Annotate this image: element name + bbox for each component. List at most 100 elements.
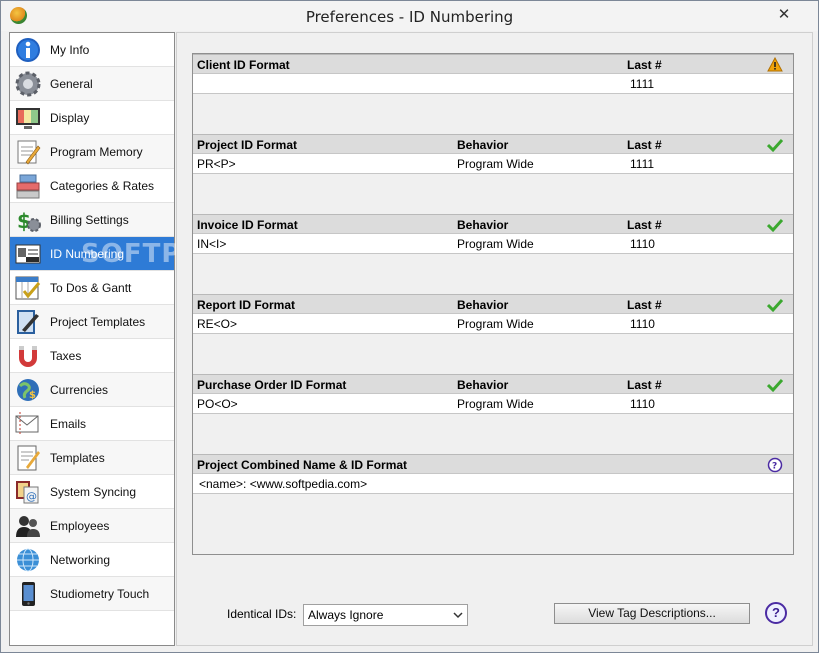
sidebar-item-networking[interactable]: Networking xyxy=(10,543,174,577)
section-title: Invoice ID Format xyxy=(197,218,298,232)
section-row[interactable]: IN<I> Program Wide 1110 xyxy=(193,234,793,254)
close-button[interactable]: ✕ xyxy=(755,1,813,31)
sidebar-item-todos-gantt[interactable]: To Dos & Gantt xyxy=(10,271,174,305)
sidebar-item-currencies[interactable]: $ Currencies xyxy=(10,373,174,407)
section-title: Purchase Order ID Format xyxy=(197,378,347,392)
id-card-icon xyxy=(15,244,41,264)
help-icon[interactable]: ? xyxy=(767,457,783,473)
sidebar-item-studiometry-touch[interactable]: Studiometry Touch xyxy=(10,577,174,611)
last-number-header: Last # xyxy=(627,218,662,232)
sidebar-item-label: Studiometry Touch xyxy=(50,587,150,601)
monitor-icon xyxy=(16,108,40,129)
sidebar-item-program-memory[interactable]: Program Memory xyxy=(10,135,174,169)
behavior-value[interactable]: Program Wide xyxy=(457,237,534,251)
section-row[interactable]: PR<P> Program Wide 1111 xyxy=(193,154,793,174)
sidebar-item-label: Templates xyxy=(50,451,105,465)
invoice-id-section: Invoice ID Format Behavior Last # IN<I> … xyxy=(193,214,793,294)
project-id-section: Project ID Format Behavior Last # PR<P> … xyxy=(193,134,793,214)
sidebar-item-label: Employees xyxy=(50,519,110,533)
network-globe-icon xyxy=(17,548,39,572)
checkmark-icon xyxy=(767,298,783,313)
sidebar-item-label: Currencies xyxy=(50,383,109,397)
sidebar-item-label: Networking xyxy=(50,553,111,567)
chevron-down-icon xyxy=(453,612,463,619)
svg-text:?: ? xyxy=(772,462,777,472)
purchase-order-id-section: Purchase Order ID Format Behavior Last #… xyxy=(193,374,793,454)
section-header: Purchase Order ID Format Behavior Last # xyxy=(193,374,793,394)
last-number-header: Last # xyxy=(627,58,662,72)
sidebar-item-id-numbering[interactable]: ID Numbering xyxy=(10,237,174,271)
last-number-value[interactable]: 1110 xyxy=(630,397,655,411)
sidebar-item-label: ID Numbering xyxy=(50,247,125,261)
checkmark-icon xyxy=(767,218,783,233)
sidebar-item-label: Billing Settings xyxy=(50,213,129,227)
identical-ids-value: Always Ignore xyxy=(308,608,384,622)
section-title: Report ID Format xyxy=(197,298,296,312)
section-title: Client ID Format xyxy=(197,58,290,72)
format-value[interactable]: <name>: <www.softpedia.com> xyxy=(199,477,367,491)
window-title: Preferences - ID Numbering xyxy=(305,8,514,26)
section-spacer xyxy=(193,254,793,294)
sidebar-item-categories-rates[interactable]: Categories & Rates xyxy=(10,169,174,203)
sidebar-item-billing-settings[interactable]: $ Billing Settings xyxy=(10,203,174,237)
section-header: Invoice ID Format Behavior Last # xyxy=(193,214,793,234)
section-header: Report ID Format Behavior Last # xyxy=(193,294,793,314)
checkmark-icon xyxy=(767,138,783,153)
checkmark-icon xyxy=(767,378,783,393)
title-bar[interactable]: Preferences - ID Numbering ✕ xyxy=(1,1,818,31)
behavior-value[interactable]: Program Wide xyxy=(457,397,534,411)
gear-icon xyxy=(15,71,41,97)
last-number-value[interactable]: 1111 xyxy=(630,157,654,171)
section-header: Project Combined Name & ID Format ? xyxy=(193,454,793,474)
format-value[interactable]: IN<I> xyxy=(197,237,226,251)
section-title: Project ID Format xyxy=(197,138,298,152)
sidebar-item-project-templates[interactable]: Project Templates xyxy=(10,305,174,339)
client-id-section: Client ID Format Last # 1111 xyxy=(193,54,793,134)
sidebar-item-display[interactable]: Display xyxy=(10,101,174,135)
sidebar-item-label: System Syncing xyxy=(50,485,137,499)
behavior-header: Behavior xyxy=(457,218,509,232)
preferences-sidebar: My Info General Display Program Memory C… xyxy=(9,32,175,646)
section-title: Project Combined Name & ID Format xyxy=(197,458,408,472)
last-number-header: Last # xyxy=(627,378,662,392)
id-format-panel: Client ID Format Last # 1111 Project ID … xyxy=(192,53,794,555)
behavior-header: Behavior xyxy=(457,298,509,312)
templates-icon xyxy=(17,445,40,471)
section-spacer xyxy=(193,494,793,554)
section-header: Client ID Format Last # xyxy=(193,54,793,74)
identical-ids-select[interactable]: Always Ignore xyxy=(303,604,468,626)
categories-icon xyxy=(16,174,40,199)
sidebar-item-employees[interactable]: Employees xyxy=(10,509,174,543)
help-button[interactable]: ? xyxy=(765,602,787,624)
sidebar-item-emails[interactable]: Emails xyxy=(10,407,174,441)
behavior-value[interactable]: Program Wide xyxy=(457,157,534,171)
sidebar-item-label: Categories & Rates xyxy=(50,179,155,193)
warning-icon[interactable] xyxy=(767,57,783,73)
view-tag-descriptions-button[interactable]: View Tag Descriptions... xyxy=(554,603,750,624)
svg-text:$: $ xyxy=(29,390,36,401)
identical-ids-label: Identical IDs: xyxy=(227,607,297,621)
format-value[interactable]: RE<O> xyxy=(197,317,237,331)
sidebar-item-taxes[interactable]: Taxes xyxy=(10,339,174,373)
sidebar-item-my-info[interactable]: My Info xyxy=(10,33,174,67)
info-icon xyxy=(16,38,40,62)
section-row[interactable]: RE<O> Program Wide 1110 xyxy=(193,314,793,334)
last-number-value[interactable]: 1111 xyxy=(630,77,654,91)
section-header: Project ID Format Behavior Last # xyxy=(193,134,793,154)
section-spacer xyxy=(193,414,793,454)
format-value[interactable]: PO<O> xyxy=(197,397,238,411)
svg-text:@: @ xyxy=(26,490,37,503)
sidebar-item-general[interactable]: General xyxy=(10,67,174,101)
section-row[interactable]: <name>: <www.softpedia.com> xyxy=(193,474,793,494)
sidebar-item-label: My Info xyxy=(50,43,90,57)
currency-globe-icon: $ xyxy=(17,379,39,401)
behavior-value[interactable]: Program Wide xyxy=(457,317,534,331)
last-number-value[interactable]: 1110 xyxy=(630,237,655,251)
section-row[interactable]: 1111 xyxy=(193,74,793,94)
sidebar-item-system-syncing[interactable]: @ System Syncing xyxy=(10,475,174,509)
section-spacer xyxy=(193,94,793,134)
last-number-value[interactable]: 1110 xyxy=(630,317,655,331)
format-value[interactable]: PR<P> xyxy=(197,157,236,171)
sidebar-item-templates[interactable]: Templates xyxy=(10,441,174,475)
section-row[interactable]: PO<O> Program Wide 1110 xyxy=(193,394,793,414)
